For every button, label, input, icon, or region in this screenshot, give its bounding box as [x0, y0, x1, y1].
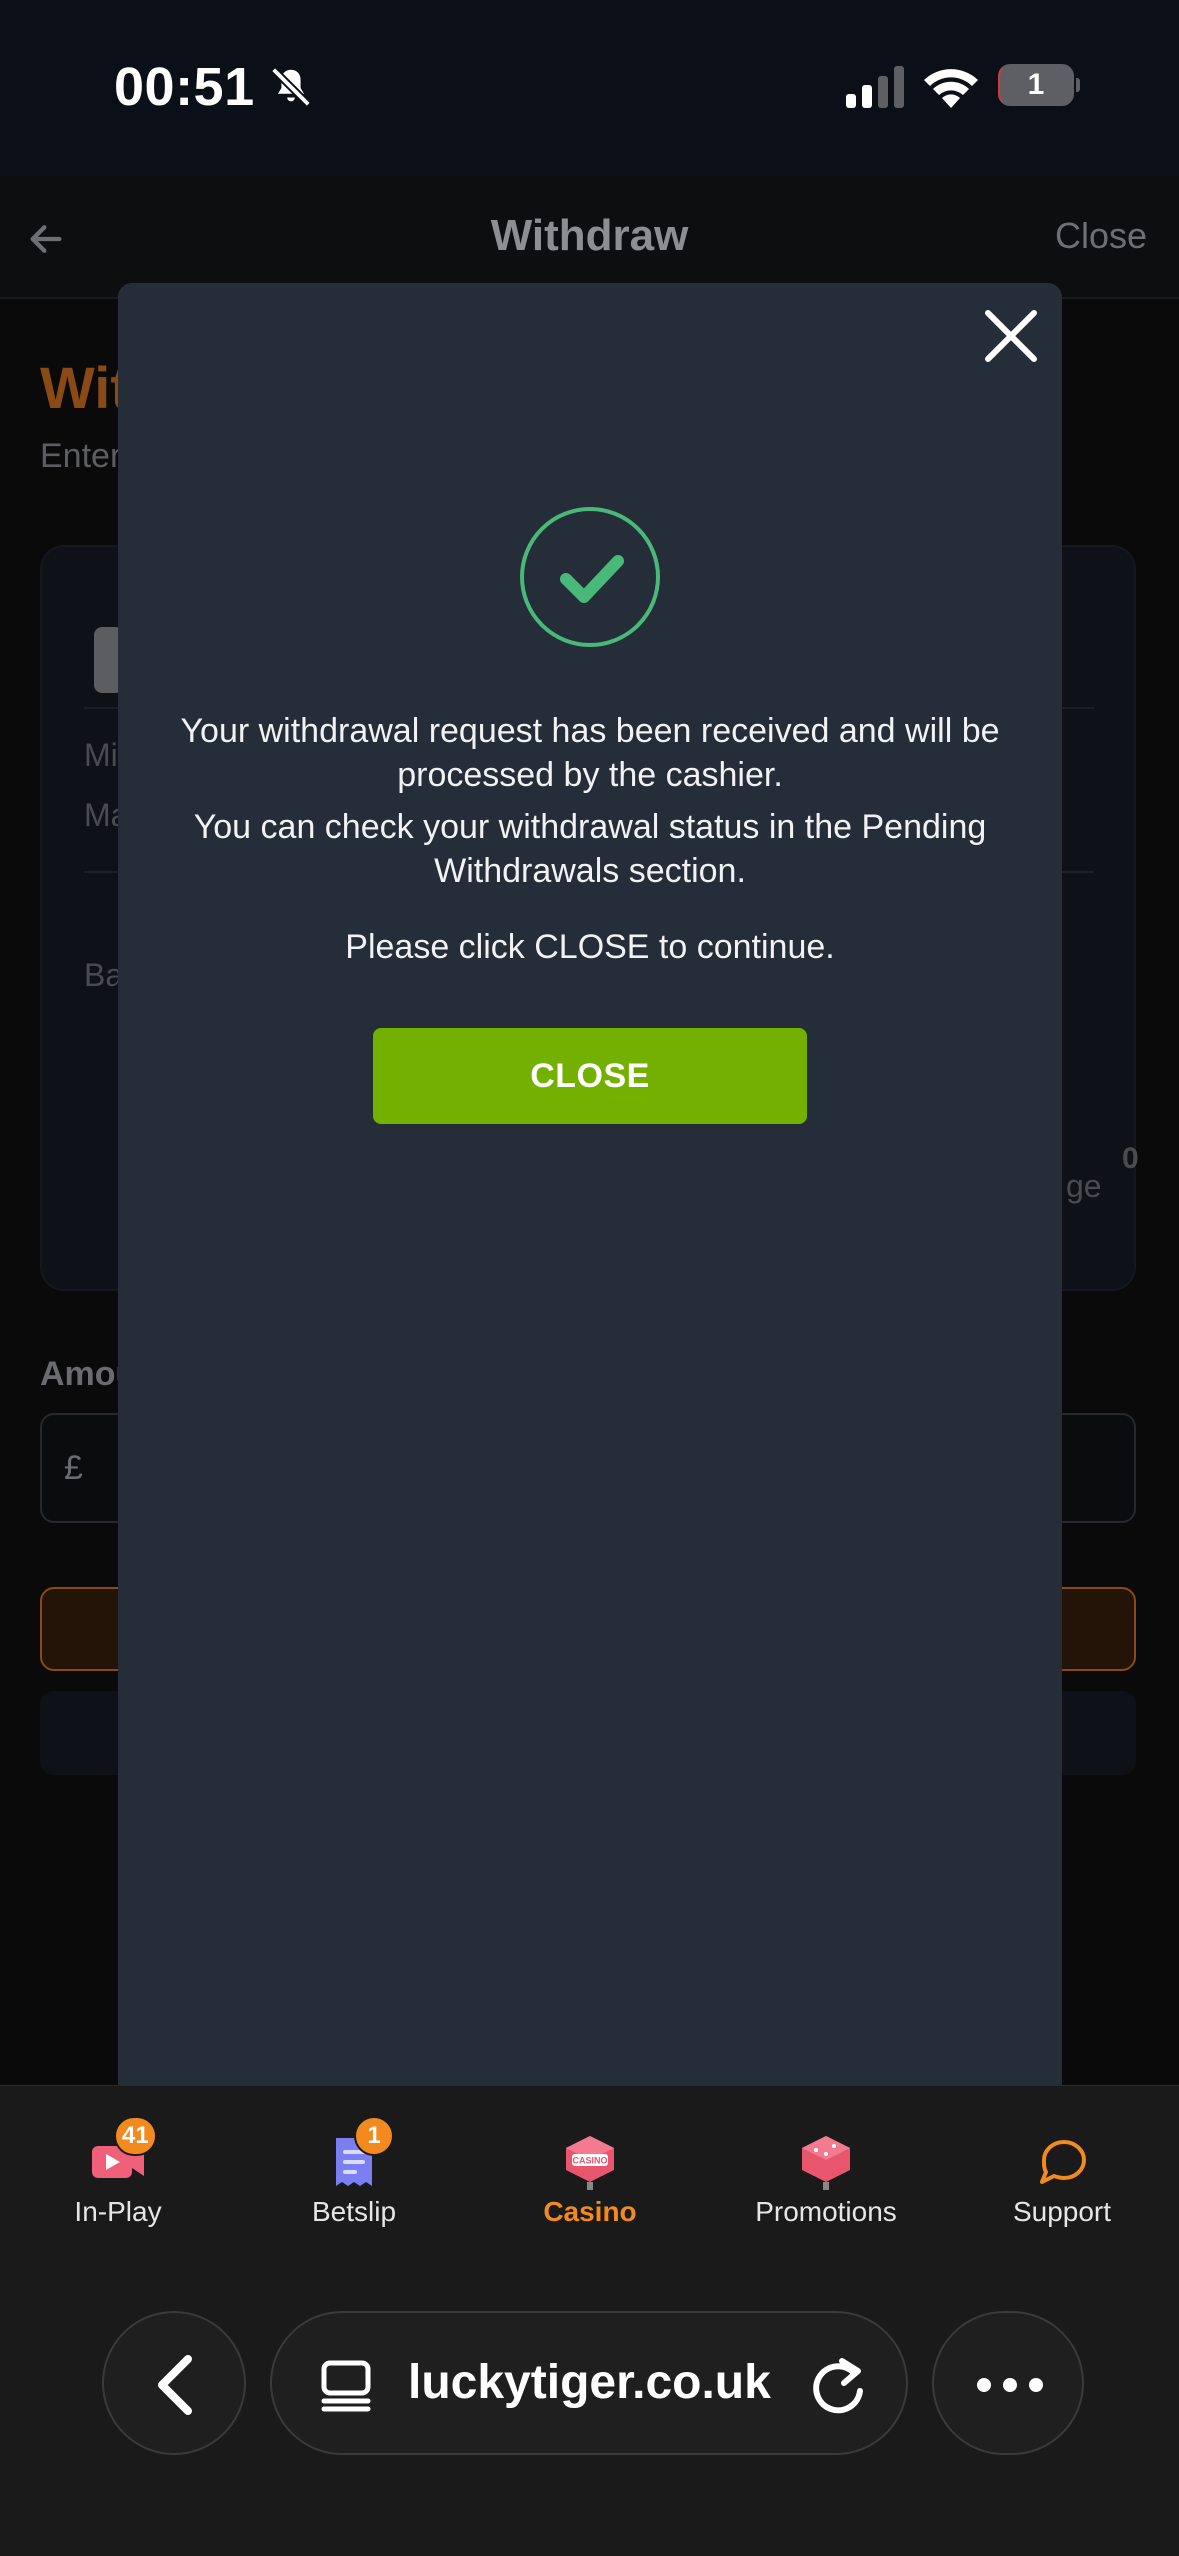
url-text: luckytiger.co.uk [408, 2356, 771, 2409]
reload-icon[interactable] [808, 2353, 868, 2417]
browser-back-button[interactable] [102, 2311, 246, 2455]
continue-instruction: Please click CLOSE to continue. [345, 928, 835, 966]
page-title: Withdraw [490, 211, 689, 260]
cellular-signal-icon [846, 66, 904, 108]
nav-label: Promotions [755, 2196, 897, 2227]
nav-label: Support [1012, 2196, 1112, 2227]
nav-label: In-Play [74, 2196, 162, 2227]
page-header: Withdraw Close [0, 175, 1179, 299]
bottom-navigation: 41 In-Play 1 Betslip CASINO Casino Promo… [0, 2085, 1179, 2285]
betslip-badge: 1 [354, 2116, 394, 2156]
bell-off-icon [271, 67, 311, 107]
success-indicator [520, 507, 660, 647]
chevron-left-icon [158, 2355, 192, 2415]
card-text-fragment: ge [1066, 1168, 1102, 1204]
browser-toolbar: luckytiger.co.uk [0, 2285, 1179, 2556]
address-bar[interactable]: luckytiger.co.uk [270, 2311, 908, 2455]
status-time: 00:51 [114, 57, 255, 117]
casino-chip-icon: CASINO [566, 2136, 614, 2190]
in-play-badge: 41 [114, 2116, 157, 2156]
nav-label: Betslip [311, 2196, 397, 2227]
tabs-icon [321, 2360, 371, 2412]
close-button[interactable]: CLOSE [373, 1028, 807, 1124]
confirmation-message: Your withdrawal request has been receive… [180, 712, 1000, 794]
nav-item-support[interactable]: Support [944, 2086, 1179, 2286]
wifi-icon [924, 69, 978, 108]
checkmark-icon [560, 555, 624, 603]
nav-label: Casino [543, 2196, 637, 2227]
nav-item-casino[interactable]: CASINO Casino [472, 2086, 708, 2286]
nav-item-promotions[interactable]: Promotions [708, 2086, 944, 2286]
chat-bubble-icon [1040, 2140, 1086, 2184]
nav-item-betslip[interactable]: 1 Betslip [236, 2086, 472, 2286]
nav-item-in-play[interactable]: 41 In-Play [0, 2086, 236, 2286]
withdrawal-success-modal: Your withdrawal request has been receive… [118, 283, 1062, 2085]
svg-text:CASINO: CASINO [572, 2156, 607, 2166]
header-close-link[interactable]: Close [1055, 215, 1147, 257]
browser-more-button[interactable] [932, 2311, 1084, 2455]
currency-symbol: £ [64, 1449, 83, 1487]
card-value-fragment: 0 [1122, 1142, 1139, 1175]
min-label: Mi [84, 737, 118, 773]
battery-indicator: 1 [998, 64, 1080, 106]
withdraw-subtitle: Enter [40, 437, 122, 475]
status-info-message: You can check your withdrawal status in … [193, 808, 987, 890]
gift-box-icon [802, 2136, 850, 2190]
close-icon[interactable] [980, 305, 1042, 367]
more-dots-icon [977, 2378, 1043, 2392]
status-bar: 00:51 1 [0, 0, 1179, 175]
withdraw-heading: Wit [40, 356, 130, 421]
battery-level: 1 [1027, 68, 1045, 101]
